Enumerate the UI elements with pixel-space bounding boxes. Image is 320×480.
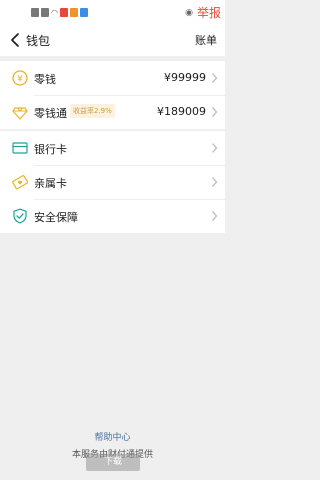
lingqiantong-label: 零钱通 (34, 107, 67, 120)
change-value: ¥99999 (164, 71, 206, 84)
status-bar: ◠ ◉ 举报 (0, 0, 225, 24)
bank-card-label: 银行卡 (34, 143, 67, 156)
lingqiantong-value: ¥189009 (157, 105, 206, 118)
eye-icon: ◉ (185, 8, 193, 18)
balance-group: ¥ 零钱 ¥99999 零钱通 收益率2.9% ¥189009 (0, 61, 225, 129)
family-card-label: 亲属卡 (34, 177, 67, 190)
status-icons: ◠ (31, 7, 88, 18)
download-button[interactable]: 下载 (86, 454, 140, 471)
lingqiantong-row[interactable]: 零钱通 收益率2.9% ¥189009 (0, 95, 225, 129)
bank-card-icon (12, 142, 28, 154)
nav-bar: 钱包 账单 (0, 24, 225, 56)
security-row[interactable]: 安全保障 (0, 199, 225, 233)
bill-button[interactable]: 账单 (195, 32, 217, 48)
chevron-right-icon (212, 177, 218, 187)
sim-icon (41, 8, 49, 17)
page-title: 钱包 (26, 34, 51, 48)
security-label: 安全保障 (34, 211, 78, 224)
back-arrow-icon[interactable] (9, 31, 23, 49)
app-icon (59, 8, 68, 17)
diamond-icon (12, 107, 28, 120)
cards-group: 银行卡 亲属卡 安全保障 (0, 131, 225, 233)
app-icon (69, 8, 78, 17)
chevron-right-icon (212, 211, 218, 221)
coin-icon: ¥ (12, 70, 28, 86)
chevron-right-icon (212, 107, 218, 117)
wifi-icon: ◠ (51, 8, 58, 17)
family-card-icon (12, 175, 28, 190)
chevron-right-icon (212, 143, 218, 153)
report-link[interactable]: 举报 (197, 6, 221, 20)
change-row[interactable]: ¥ 零钱 ¥99999 (0, 61, 225, 95)
sim-icon (31, 8, 39, 17)
change-label: 零钱 (34, 73, 56, 86)
bank-card-row[interactable]: 银行卡 (0, 131, 225, 165)
chevron-right-icon (212, 73, 218, 83)
app-icon (79, 8, 88, 17)
svg-text:¥: ¥ (17, 75, 23, 85)
family-card-row[interactable]: 亲属卡 (0, 165, 225, 199)
help-center-link[interactable]: 帮助中心 (0, 430, 225, 443)
yield-badge: 收益率2.9% (70, 104, 115, 118)
shield-check-icon (13, 208, 27, 224)
